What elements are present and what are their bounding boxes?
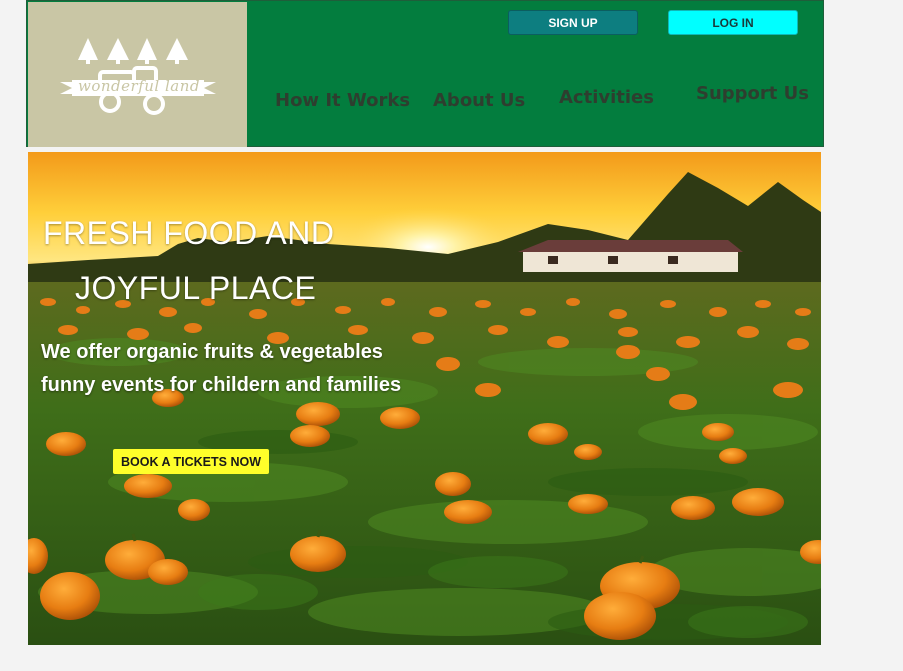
nav-how-it-works[interactable]: How It Works xyxy=(275,90,410,111)
hero-title-line-1: FRESH FOOD AND xyxy=(43,215,335,251)
nav-activities[interactable]: Activities xyxy=(559,87,654,108)
hero-subtitle-line-1: We offer organic fruits & vegetables xyxy=(41,341,383,363)
sign-up-button[interactable]: SIGN UP xyxy=(508,10,638,35)
page: wonderful land SIGN UP LOG IN How It Wor… xyxy=(0,0,903,671)
logo-text: wonderful land xyxy=(78,77,200,95)
logo[interactable]: wonderful land xyxy=(28,2,247,147)
hero-subtitle-line-2: funny events for childern and families xyxy=(41,374,402,396)
nav-support-us[interactable]: Support Us xyxy=(696,83,809,104)
logo-trees-tractor-icon xyxy=(60,38,216,115)
book-tickets-button[interactable]: BOOK A TICKETS NOW xyxy=(113,449,269,474)
site-header: wonderful land SIGN UP LOG IN How It Wor… xyxy=(26,0,824,147)
nav-about-us[interactable]: About Us xyxy=(433,90,525,111)
hero-banner: FRESH FOOD AND JOYFUL PLACE We offer org… xyxy=(28,152,821,645)
hero-title-line-2: JOYFUL PLACE xyxy=(75,270,317,306)
log-in-button[interactable]: LOG IN xyxy=(668,10,798,35)
